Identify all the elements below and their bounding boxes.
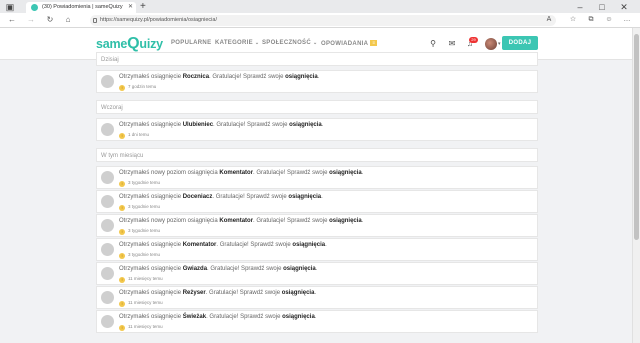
back-icon[interactable]: ← bbox=[6, 14, 18, 26]
home-icon[interactable]: ⌂ bbox=[62, 14, 74, 26]
forward-icon[interactable]: → bbox=[25, 14, 37, 26]
notification-item[interactable]: Otrzymałeś osiągnięcie Doceniacz. Gratul… bbox=[96, 190, 538, 213]
notification-item[interactable]: Otrzymałeś osiągnięcie Rocznica. Gratula… bbox=[96, 70, 538, 93]
notification-text: Otrzymałeś osiągnięcie Reżyser. Gratulac… bbox=[119, 290, 317, 296]
trophy-icon: ! bbox=[119, 253, 125, 259]
url-text: https://samequizy.pl/powiadomienia/osiag… bbox=[100, 17, 217, 23]
notification-time: ! 3 tygodnie temu bbox=[119, 252, 160, 259]
notification-avatar bbox=[101, 267, 114, 280]
notification-item[interactable]: Otrzymałeś osiągnięcie Reżyser. Gratulac… bbox=[96, 286, 538, 309]
address-bar[interactable]: https://samequizy.pl/powiadomienia/osiag… bbox=[90, 15, 556, 26]
minimize-icon[interactable]: – bbox=[574, 2, 586, 12]
favorite-star-icon[interactable]: ☆ bbox=[568, 15, 578, 25]
mail-icon[interactable]: ✉ bbox=[447, 39, 457, 49]
trophy-icon: ! bbox=[119, 325, 125, 331]
notification-avatar bbox=[101, 75, 114, 88]
user-avatar[interactable] bbox=[485, 38, 497, 50]
nav-kategorie[interactable]: KATEGORIE ⌄ bbox=[215, 40, 259, 46]
notification-item[interactable]: Otrzymałeś nowy poziom osiągnięcia Komen… bbox=[96, 166, 538, 189]
notification-item[interactable]: Otrzymałeś osiągnięcie Świeżak. Gratulac… bbox=[96, 310, 538, 333]
notification-text: Otrzymałeś osiągnięcie Gwiazda. Gratulac… bbox=[119, 266, 318, 272]
achievements-link[interactable]: osiągnięcia bbox=[288, 194, 321, 200]
more-menu-icon[interactable]: … bbox=[622, 15, 632, 25]
notification-time: ! 3 tygodnie temu bbox=[119, 204, 160, 211]
add-button[interactable]: DODAJ bbox=[502, 36, 538, 50]
search-icon[interactable]: ⚲ bbox=[428, 39, 438, 49]
collections-icon[interactable]: ⧉ bbox=[586, 15, 596, 25]
trophy-icon: ! bbox=[119, 277, 125, 283]
profile-icon[interactable]: ☺ bbox=[604, 15, 614, 25]
reload-icon[interactable]: ↻ bbox=[44, 14, 56, 26]
notification-time: ! 3 tygodnie temu bbox=[119, 228, 160, 235]
notification-item[interactable]: Otrzymałeś osiągnięcie Gwiazda. Gratulac… bbox=[96, 262, 538, 285]
section-today-label: Dzisiaj bbox=[96, 52, 538, 66]
lock-icon bbox=[93, 18, 97, 23]
section-yesterday-label: Wczoraj bbox=[96, 100, 538, 114]
notification-time: ! 11 miesięcy temu bbox=[119, 324, 163, 331]
achievements-link[interactable]: osiągnięcia bbox=[292, 242, 325, 248]
achievements-link[interactable]: osiągnięcia bbox=[289, 122, 322, 128]
book-icon: ≡ bbox=[370, 40, 378, 46]
notification-item[interactable]: Otrzymałeś nowy poziom osiągnięcia Komen… bbox=[96, 214, 538, 237]
achievements-link[interactable]: osiągnięcia bbox=[329, 170, 362, 176]
maximize-icon[interactable]: □ bbox=[596, 2, 608, 12]
reader-icon[interactable]: A bbox=[544, 15, 554, 25]
achievements-link[interactable]: osiągnięcia bbox=[282, 290, 315, 296]
scrollbar-thumb[interactable] bbox=[634, 34, 639, 240]
nav-popularne[interactable]: POPULARNE bbox=[171, 40, 211, 46]
notification-time: ! 3 tygodnie temu bbox=[119, 180, 160, 187]
trophy-icon: ! bbox=[119, 85, 125, 91]
chevron-down-icon: ⌄ bbox=[312, 40, 318, 46]
tab-close-icon[interactable]: ✕ bbox=[128, 2, 133, 13]
notification-avatar bbox=[101, 219, 114, 232]
notification-time: ! 11 miesięcy temu bbox=[119, 300, 163, 307]
trophy-icon: ! bbox=[119, 301, 125, 307]
notification-text: Otrzymałeś nowy poziom osiągnięcia Komen… bbox=[119, 170, 364, 176]
new-tab-icon[interactable]: + bbox=[140, 1, 146, 12]
browser-tab[interactable]: (30) Powiadomienia | sameQuizy ✕ bbox=[26, 2, 136, 13]
notification-avatar bbox=[101, 291, 114, 304]
page-scrollbar[interactable] bbox=[632, 28, 640, 343]
browser-tab-bar: ▣ (30) Powiadomienia | sameQuizy ✕ + – □… bbox=[0, 0, 640, 13]
trophy-icon: ! bbox=[119, 181, 125, 187]
notification-text: Otrzymałeś osiągnięcie Ulubieniec. Gratu… bbox=[119, 122, 324, 128]
nav-opowiadania[interactable]: OPOWIADANIA ≡ bbox=[321, 40, 378, 47]
notification-item[interactable]: Otrzymałeś osiągnięcie Komentator. Gratu… bbox=[96, 238, 538, 261]
window-menu-icon[interactable]: ▣ bbox=[4, 2, 16, 12]
window-close-icon[interactable]: ✕ bbox=[618, 2, 630, 12]
achievements-link[interactable]: osiągnięcia bbox=[282, 314, 315, 320]
achievements-link[interactable]: osiągnięcia bbox=[283, 266, 316, 272]
notification-avatar bbox=[101, 123, 114, 136]
notification-text: Otrzymałeś osiągnięcie Doceniacz. Gratul… bbox=[119, 194, 323, 200]
chevron-down-icon: ⌄ bbox=[254, 40, 260, 46]
notification-item[interactable]: Otrzymałeś osiągnięcie Ulubieniec. Gratu… bbox=[96, 118, 538, 141]
notification-avatar bbox=[101, 171, 114, 184]
section-this-month-label: W tym miesiącu bbox=[96, 148, 538, 162]
notification-text: Otrzymałeś osiągnięcie Komentator. Gratu… bbox=[119, 242, 327, 248]
notification-avatar bbox=[101, 195, 114, 208]
notification-time: ! 11 miesięcy temu bbox=[119, 276, 163, 283]
trophy-icon: ! bbox=[119, 133, 125, 139]
achievements-link[interactable]: osiągnięcia bbox=[285, 74, 318, 80]
notification-text: Otrzymałeś osiągnięcie Świeżak. Gratulac… bbox=[119, 314, 317, 320]
tab-title: (30) Powiadomienia | sameQuizy bbox=[42, 4, 123, 10]
trophy-icon: ! bbox=[119, 229, 125, 235]
nav-spolecznosc[interactable]: SPOŁECZNOŚĆ ⌄ bbox=[262, 40, 317, 46]
notification-count-badge: 29 bbox=[469, 37, 478, 43]
notification-text: Otrzymałeś nowy poziom osiągnięcia Komen… bbox=[119, 218, 364, 224]
notification-time: ! 1 dni temu bbox=[119, 132, 149, 139]
chevron-down-icon[interactable]: ▾ bbox=[498, 41, 501, 47]
notification-text: Otrzymałeś osiągnięcie Rocznica. Gratula… bbox=[119, 74, 320, 80]
notification-avatar bbox=[101, 243, 114, 256]
site-logo[interactable]: sameQuizy bbox=[96, 35, 163, 53]
browser-toolbar: ← → ↻ ⌂ https://samequizy.pl/powiadomien… bbox=[0, 13, 640, 28]
site-favicon-icon bbox=[31, 4, 38, 11]
achievements-link[interactable]: osiągnięcia bbox=[329, 218, 362, 224]
notification-avatar bbox=[101, 315, 114, 328]
trophy-icon: ! bbox=[119, 205, 125, 211]
notification-time: ! 7 godzin temu bbox=[119, 84, 156, 91]
